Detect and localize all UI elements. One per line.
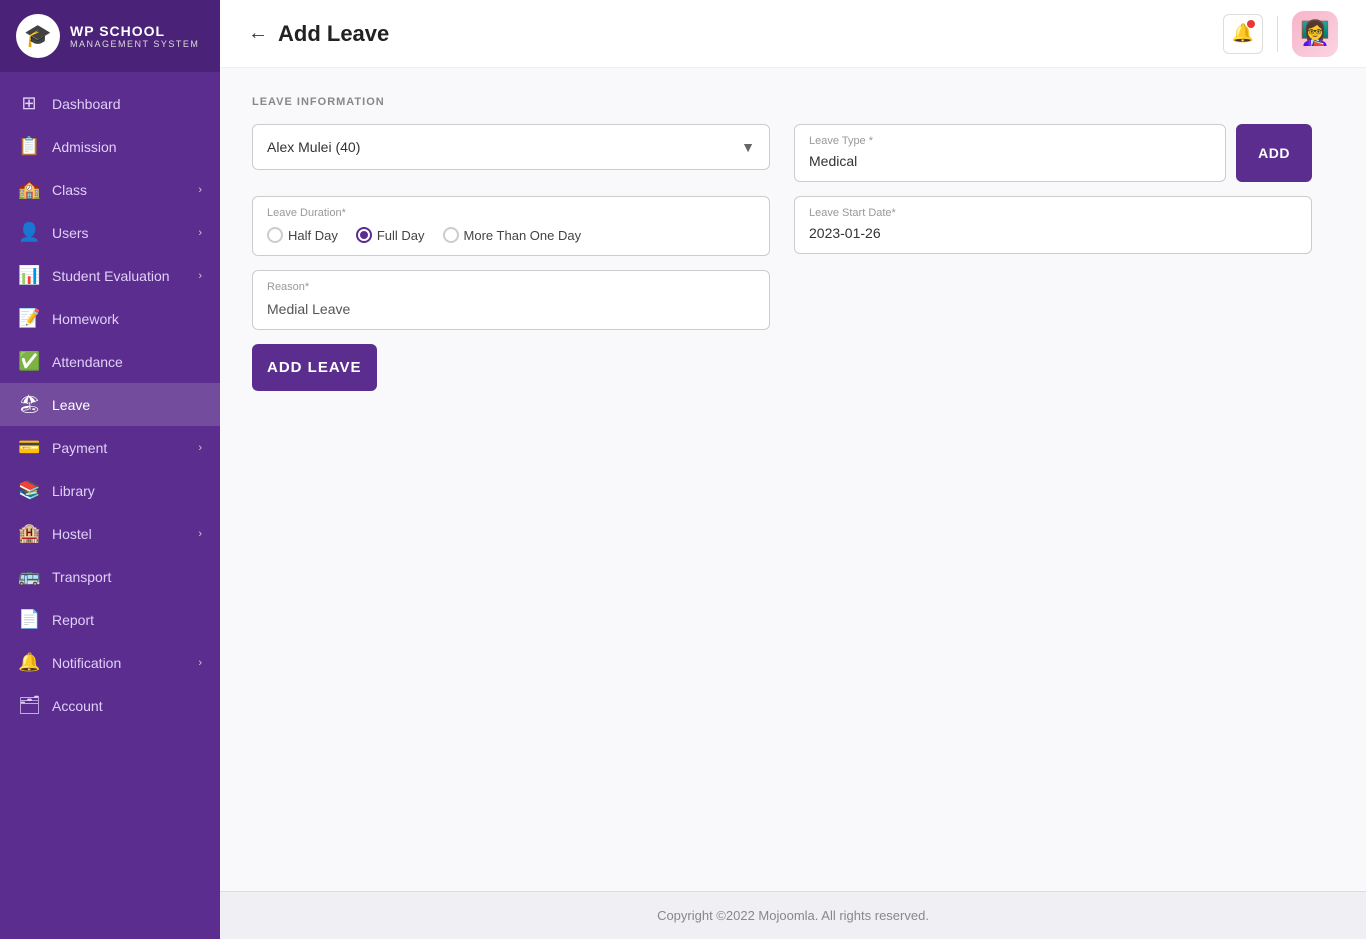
sidebar-item-library[interactable]: 📚 Library: [0, 469, 220, 512]
leave-start-date-field: Leave Start Date* 2023-01-26: [794, 196, 1312, 254]
notification-badge: [1247, 20, 1255, 28]
sidebar-icon-hostel: 🏨: [18, 523, 40, 544]
header-divider: [1277, 16, 1278, 52]
brand-sub: MANAGEMENT SYSTEM: [70, 39, 199, 49]
sidebar-label-payment: Payment: [52, 440, 186, 456]
sidebar-label-dashboard: Dashboard: [52, 96, 202, 112]
duration-half-day[interactable]: Half Day: [267, 227, 338, 243]
page-title-row: ← Add Leave: [248, 21, 389, 47]
sidebar-label-homework: Homework: [52, 311, 202, 327]
sidebar-item-attendance[interactable]: ✅ Attendance: [0, 340, 220, 383]
add-button[interactable]: ADD: [1236, 124, 1312, 182]
sidebar-label-library: Library: [52, 483, 202, 499]
sidebar-label-report: Report: [52, 612, 202, 628]
chevron-icon-users: ›: [198, 227, 202, 239]
radio-full-day-circle: [356, 227, 372, 243]
duration-more-than-one-day[interactable]: More Than One Day: [443, 227, 582, 243]
sidebar-icon-student-evaluation: 📊: [18, 265, 40, 286]
reason-label: Reason*: [267, 281, 755, 293]
leave-start-date-label: Leave Start Date*: [809, 207, 1297, 219]
leave-type-field: Leave Type * Medical: [794, 124, 1226, 182]
sidebar-label-hostel: Hostel: [52, 526, 186, 542]
add-leave-button[interactable]: ADD LEAVE: [252, 344, 377, 391]
sidebar-item-report[interactable]: 📄 Report: [0, 598, 220, 641]
logo-icon: 🎓: [16, 14, 60, 58]
chevron-icon-class: ›: [198, 184, 202, 196]
sidebar-icon-account: 🗂: [18, 695, 40, 716]
reason-value: Medial Leave: [267, 301, 755, 317]
sidebar: 🎓 WP SCHOOL MANAGEMENT SYSTEM ⊞ Dashboar…: [0, 0, 220, 939]
radio-full-day-label: Full Day: [377, 228, 425, 243]
sidebar-label-users: Users: [52, 225, 186, 241]
avatar-image: 👩‍🏫: [1300, 19, 1330, 48]
sidebar-icon-transport: 🚌: [18, 566, 40, 587]
user-avatar[interactable]: 👩‍🏫: [1292, 11, 1338, 57]
brand-name: WP SCHOOL: [70, 23, 199, 39]
sidebar-item-dashboard[interactable]: ⊞ Dashboard: [0, 82, 220, 125]
sidebar-icon-payment: 💳: [18, 437, 40, 458]
sidebar-item-student-evaluation[interactable]: 📊 Student Evaluation ›: [0, 254, 220, 297]
radio-half-day-label: Half Day: [288, 228, 338, 243]
sidebar-label-account: Account: [52, 698, 202, 714]
sidebar-icon-notification: 🔔: [18, 652, 40, 673]
page-title: Add Leave: [278, 21, 389, 47]
radio-half-day-circle: [267, 227, 283, 243]
notification-button[interactable]: 🔔: [1223, 14, 1263, 54]
chevron-icon-student-evaluation: ›: [198, 270, 202, 282]
leave-start-date-value: 2023-01-26: [809, 225, 1297, 241]
student-select-value: Alex Mulei (40): [267, 139, 360, 155]
logo-text: WP SCHOOL MANAGEMENT SYSTEM: [70, 23, 199, 49]
sidebar-icon-leave: 🏖: [18, 394, 40, 415]
main-content: ← Add Leave 🔔 👩‍🏫 LEAVE INFORMATION: [220, 0, 1366, 939]
sidebar-label-notification: Notification: [52, 655, 186, 671]
leave-duration-box: Leave Duration* Half Day Full Day: [252, 196, 770, 256]
sidebar-item-homework[interactable]: 📝 Homework: [0, 297, 220, 340]
sidebar-item-account[interactable]: 🗂 Account: [0, 684, 220, 727]
sidebar-nav: ⊞ Dashboard 📋 Admission 🏫 Class › 👤 User…: [0, 72, 220, 939]
sidebar-item-notification[interactable]: 🔔 Notification ›: [0, 641, 220, 684]
sidebar-item-users[interactable]: 👤 Users ›: [0, 211, 220, 254]
sidebar-icon-homework: 📝: [18, 308, 40, 329]
section-label: LEAVE INFORMATION: [252, 96, 1334, 108]
leave-type-label: Leave Type *: [809, 135, 1211, 147]
chevron-icon-payment: ›: [198, 442, 202, 454]
duration-options: Half Day Full Day More Than One Day: [267, 227, 755, 243]
sidebar-label-transport: Transport: [52, 569, 202, 585]
duration-label: Leave Duration*: [267, 207, 755, 219]
sidebar-icon-users: 👤: [18, 222, 40, 243]
duration-full-day[interactable]: Full Day: [356, 227, 425, 243]
main-footer: Copyright ©2022 Mojoomla. All rights res…: [220, 891, 1366, 939]
sidebar-item-admission[interactable]: 📋 Admission: [0, 125, 220, 168]
sidebar-label-admission: Admission: [52, 139, 202, 155]
sidebar-icon-dashboard: ⊞: [18, 93, 40, 114]
sidebar-icon-admission: 📋: [18, 136, 40, 157]
sidebar-label-leave: Leave: [52, 397, 202, 413]
dropdown-arrow-icon: ▼: [741, 139, 755, 155]
page-content: LEAVE INFORMATION Alex Mulei (40) ▼ Leav…: [220, 68, 1366, 891]
main-header: ← Add Leave 🔔 👩‍🏫: [220, 0, 1366, 68]
chevron-icon-hostel: ›: [198, 528, 202, 540]
sidebar-item-class[interactable]: 🏫 Class ›: [0, 168, 220, 211]
radio-more-than-one-day-label: More Than One Day: [464, 228, 582, 243]
chevron-icon-notification: ›: [198, 657, 202, 669]
sidebar-label-class: Class: [52, 182, 186, 198]
sidebar-icon-class: 🏫: [18, 179, 40, 200]
sidebar-logo[interactable]: 🎓 WP SCHOOL MANAGEMENT SYSTEM: [0, 0, 220, 72]
sidebar-icon-library: 📚: [18, 480, 40, 501]
leave-type-value: Medical: [809, 153, 1211, 169]
sidebar-label-attendance: Attendance: [52, 354, 202, 370]
sidebar-item-payment[interactable]: 💳 Payment ›: [0, 426, 220, 469]
sidebar-icon-report: 📄: [18, 609, 40, 630]
sidebar-item-hostel[interactable]: 🏨 Hostel ›: [0, 512, 220, 555]
reason-box: Reason* Medial Leave: [252, 270, 770, 330]
sidebar-item-leave[interactable]: 🏖 Leave: [0, 383, 220, 426]
sidebar-icon-attendance: ✅: [18, 351, 40, 372]
radio-more-than-one-day-circle: [443, 227, 459, 243]
sidebar-label-student-evaluation: Student Evaluation: [52, 268, 186, 284]
back-arrow-button[interactable]: ←: [248, 22, 268, 45]
student-select[interactable]: Alex Mulei (40) ▼: [252, 124, 770, 170]
footer-text: Copyright ©2022 Mojoomla. All rights res…: [657, 908, 929, 923]
sidebar-item-transport[interactable]: 🚌 Transport: [0, 555, 220, 598]
header-actions: 🔔 👩‍🏫: [1223, 11, 1338, 57]
